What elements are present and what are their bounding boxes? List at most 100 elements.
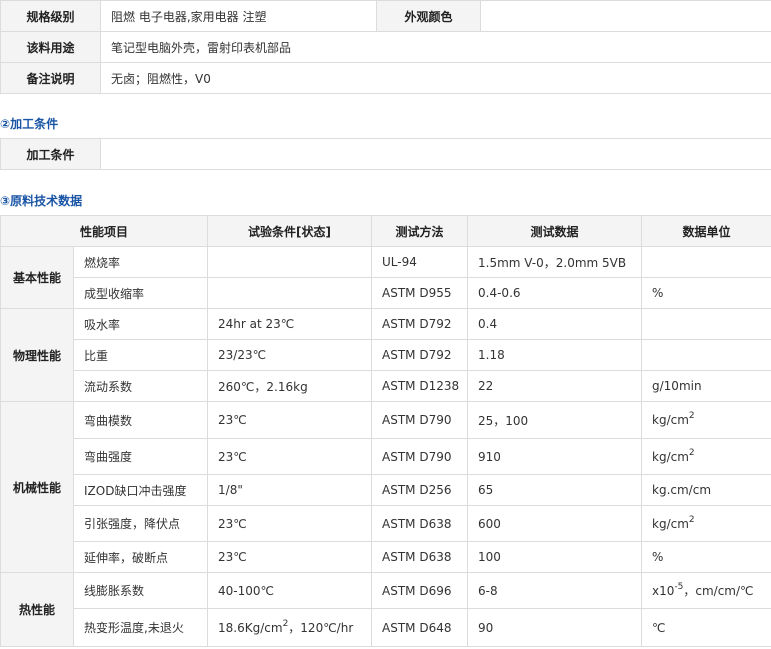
method-cell-text: ASTM D256 (382, 483, 452, 497)
processing-label: 加工条件 (0, 138, 101, 170)
table-row: 热变形温度,未退火 18.6Kg/cm2，120℃/hr ASTM D648 90 ℃ (1, 608, 771, 647)
item-cell: 引张强度，降伏点 (72, 505, 209, 542)
value-cell-text: 1.5mm V-0，2.0mm 5VB (478, 255, 627, 270)
item-cell: 成型收缩率 (72, 277, 209, 309)
item-cell-text: 比重 (84, 348, 109, 363)
value-cell-text: 90 (478, 620, 494, 635)
condition-cell-text: 23℃ (218, 516, 247, 531)
method-cell: ASTM D638 (371, 505, 469, 542)
condition-cell: 1/8" (207, 474, 373, 506)
condition-cell-text: 260℃，2.16kg (218, 379, 308, 394)
value-cell-text: 600 (478, 516, 501, 531)
item-cell-text: 热变形温度,未退火 (84, 621, 184, 635)
processing-value (100, 138, 771, 170)
method-cell-text: UL-94 (382, 255, 417, 269)
unit-cell (641, 246, 771, 278)
unit-cell-text: x10 (652, 584, 675, 598)
value-cell: 1.18 (467, 339, 643, 371)
unit-cell: kg/cm2 (641, 505, 771, 542)
unit-cell-superscript: 2 (688, 514, 695, 525)
unit-cell-superscript: 2 (688, 411, 695, 421)
item-cell-text: 成型收缩率 (84, 286, 145, 301)
unit-cell: kg.cm/cm (641, 474, 771, 506)
method-cell: ASTM D790 (371, 401, 469, 439)
condition-cell: 23℃ (207, 401, 373, 439)
spec-row-usage: 该料用途 笔记型电脑外壳，雷射印表机部品 (0, 31, 771, 63)
table-row: 比重 23/23℃ ASTM D792 1.18 (1, 339, 771, 371)
unit-cell-text: kg/cm (652, 516, 689, 531)
spec-row-note: 备注说明 无卤；阻燃性，V0 (0, 62, 771, 94)
condition-cell-text: 40-100℃ (218, 583, 274, 598)
processing-row: 加工条件 (0, 138, 771, 170)
value-cell: 1.5mm V-0，2.0mm 5VB (467, 246, 643, 278)
tech-section-title: ③原料技术数据 (0, 194, 83, 208)
value-cell-text: 65 (478, 483, 494, 497)
value-cell-text: 910 (478, 449, 501, 464)
item-cell-text: IZOD缺口冲击强度 (84, 483, 187, 498)
group-label: 物理性能 (0, 308, 74, 402)
item-cell-text: 弯曲模数 (84, 413, 133, 428)
grade-value: 阻燃 电子电器,家用电器 注塑 (100, 0, 377, 32)
item-cell: 延伸率，破断点 (72, 541, 209, 573)
method-cell-text: ASTM D955 (382, 286, 452, 300)
unit-cell: kg/cm2 (641, 438, 771, 475)
table-row: 引张强度，降伏点 23℃ ASTM D638 600 kg/cm2 (1, 505, 771, 542)
header-method: 测试方法 (371, 215, 469, 247)
item-cell: 弯曲强度 (72, 438, 209, 475)
processing-table: 加工条件 (0, 138, 771, 170)
value-cell: 6-8 (467, 572, 643, 609)
item-cell-text: 线膨胀系数 (84, 584, 145, 598)
value-cell: 22 (467, 370, 643, 402)
condition-cell: 23℃ (207, 541, 373, 573)
condition-cell (207, 246, 373, 278)
value-cell: 0.4-0.6 (467, 277, 643, 309)
condition-cell: 23℃ (207, 505, 373, 542)
condition-cell: 24hr at 23℃ (207, 308, 373, 340)
group-label: 机械性能 (0, 401, 74, 573)
spec-table: 规格级别 阻燃 电子电器,家用电器 注塑 外观颜色 该料用途 笔记型电脑外壳，雷… (0, 0, 771, 94)
grade-label: 规格级别 (0, 0, 101, 32)
method-cell: ASTM D955 (371, 277, 469, 309)
header-value: 测试数据 (467, 215, 643, 247)
method-cell: ASTM D1238 (371, 370, 469, 402)
condition-cell: 23/23℃ (207, 339, 373, 371)
method-cell: ASTM D638 (371, 541, 469, 573)
condition-cell: 18.6Kg/cm2，120℃/hr (207, 608, 373, 647)
table-row: 弯曲强度 23℃ ASTM D790 910 kg/cm2 (1, 438, 771, 475)
method-cell: ASTM D792 (371, 339, 469, 371)
value-cell-text: 6-8 (478, 583, 498, 598)
table-row: 流动系数 260℃，2.16kg ASTM D1238 22 g/10min (1, 370, 771, 402)
unit-cell: % (641, 541, 771, 573)
unit-cell-text: g/10min (652, 379, 702, 393)
method-cell: UL-94 (371, 246, 469, 278)
header-item: 性能项目 (0, 215, 209, 247)
header-unit: 数据单位 (641, 215, 771, 247)
item-cell: 热变形温度,未退火 (72, 608, 209, 647)
item-cell-text: 弯曲强度 (84, 450, 133, 464)
group-label: 基本性能 (0, 246, 74, 309)
table-row: 热性能 线膨胀系数 40-100℃ ASTM D696 6-8 x10-5，cm/cm/℃ (0, 572, 771, 647)
table-row: IZOD缺口冲击强度 1/8" ASTM D256 65 kg.cm/cm (1, 474, 771, 506)
item-cell-text: 流动系数 (84, 379, 133, 394)
condition-cell (207, 277, 373, 309)
tech-table-body: 基本性能 燃烧率 UL-94 1.5mm V-0，2.0mm 5VB 成型收缩率 ASTM… (0, 246, 771, 647)
item-cell-text: 延伸率，破断点 (84, 550, 169, 565)
processing-section-title: ②加工条件 (0, 117, 59, 131)
unit-cell-text: kg/cm (652, 449, 689, 464)
unit-cell (641, 339, 771, 371)
unit-cell-text: % (652, 550, 664, 564)
unit-cell-text: % (652, 286, 664, 300)
table-row: 基本性能 燃烧率 UL-94 1.5mm V-0，2.0mm 5VB (0, 246, 771, 309)
unit-cell-suffix: ，cm/cm/℃ (683, 584, 754, 598)
unit-cell: g/10min (641, 370, 771, 402)
condition-cell-suffix: ，120℃/hr (288, 621, 354, 635)
tech-header-row: 性能项目 试验条件[状态] 测试方法 测试数据 数据单位 (0, 215, 771, 247)
unit-cell-text: kg.cm/cm (652, 483, 712, 497)
unit-cell: x10-5，cm/cm/℃ (641, 572, 771, 609)
value-cell: 65 (467, 474, 643, 506)
value-cell: 90 (467, 608, 643, 647)
item-cell: 线膨胀系数 (72, 572, 209, 609)
condition-cell-text: 23℃ (218, 449, 247, 464)
item-cell-text: 燃烧率 (84, 255, 121, 270)
item-cell: 燃烧率 (72, 246, 209, 278)
